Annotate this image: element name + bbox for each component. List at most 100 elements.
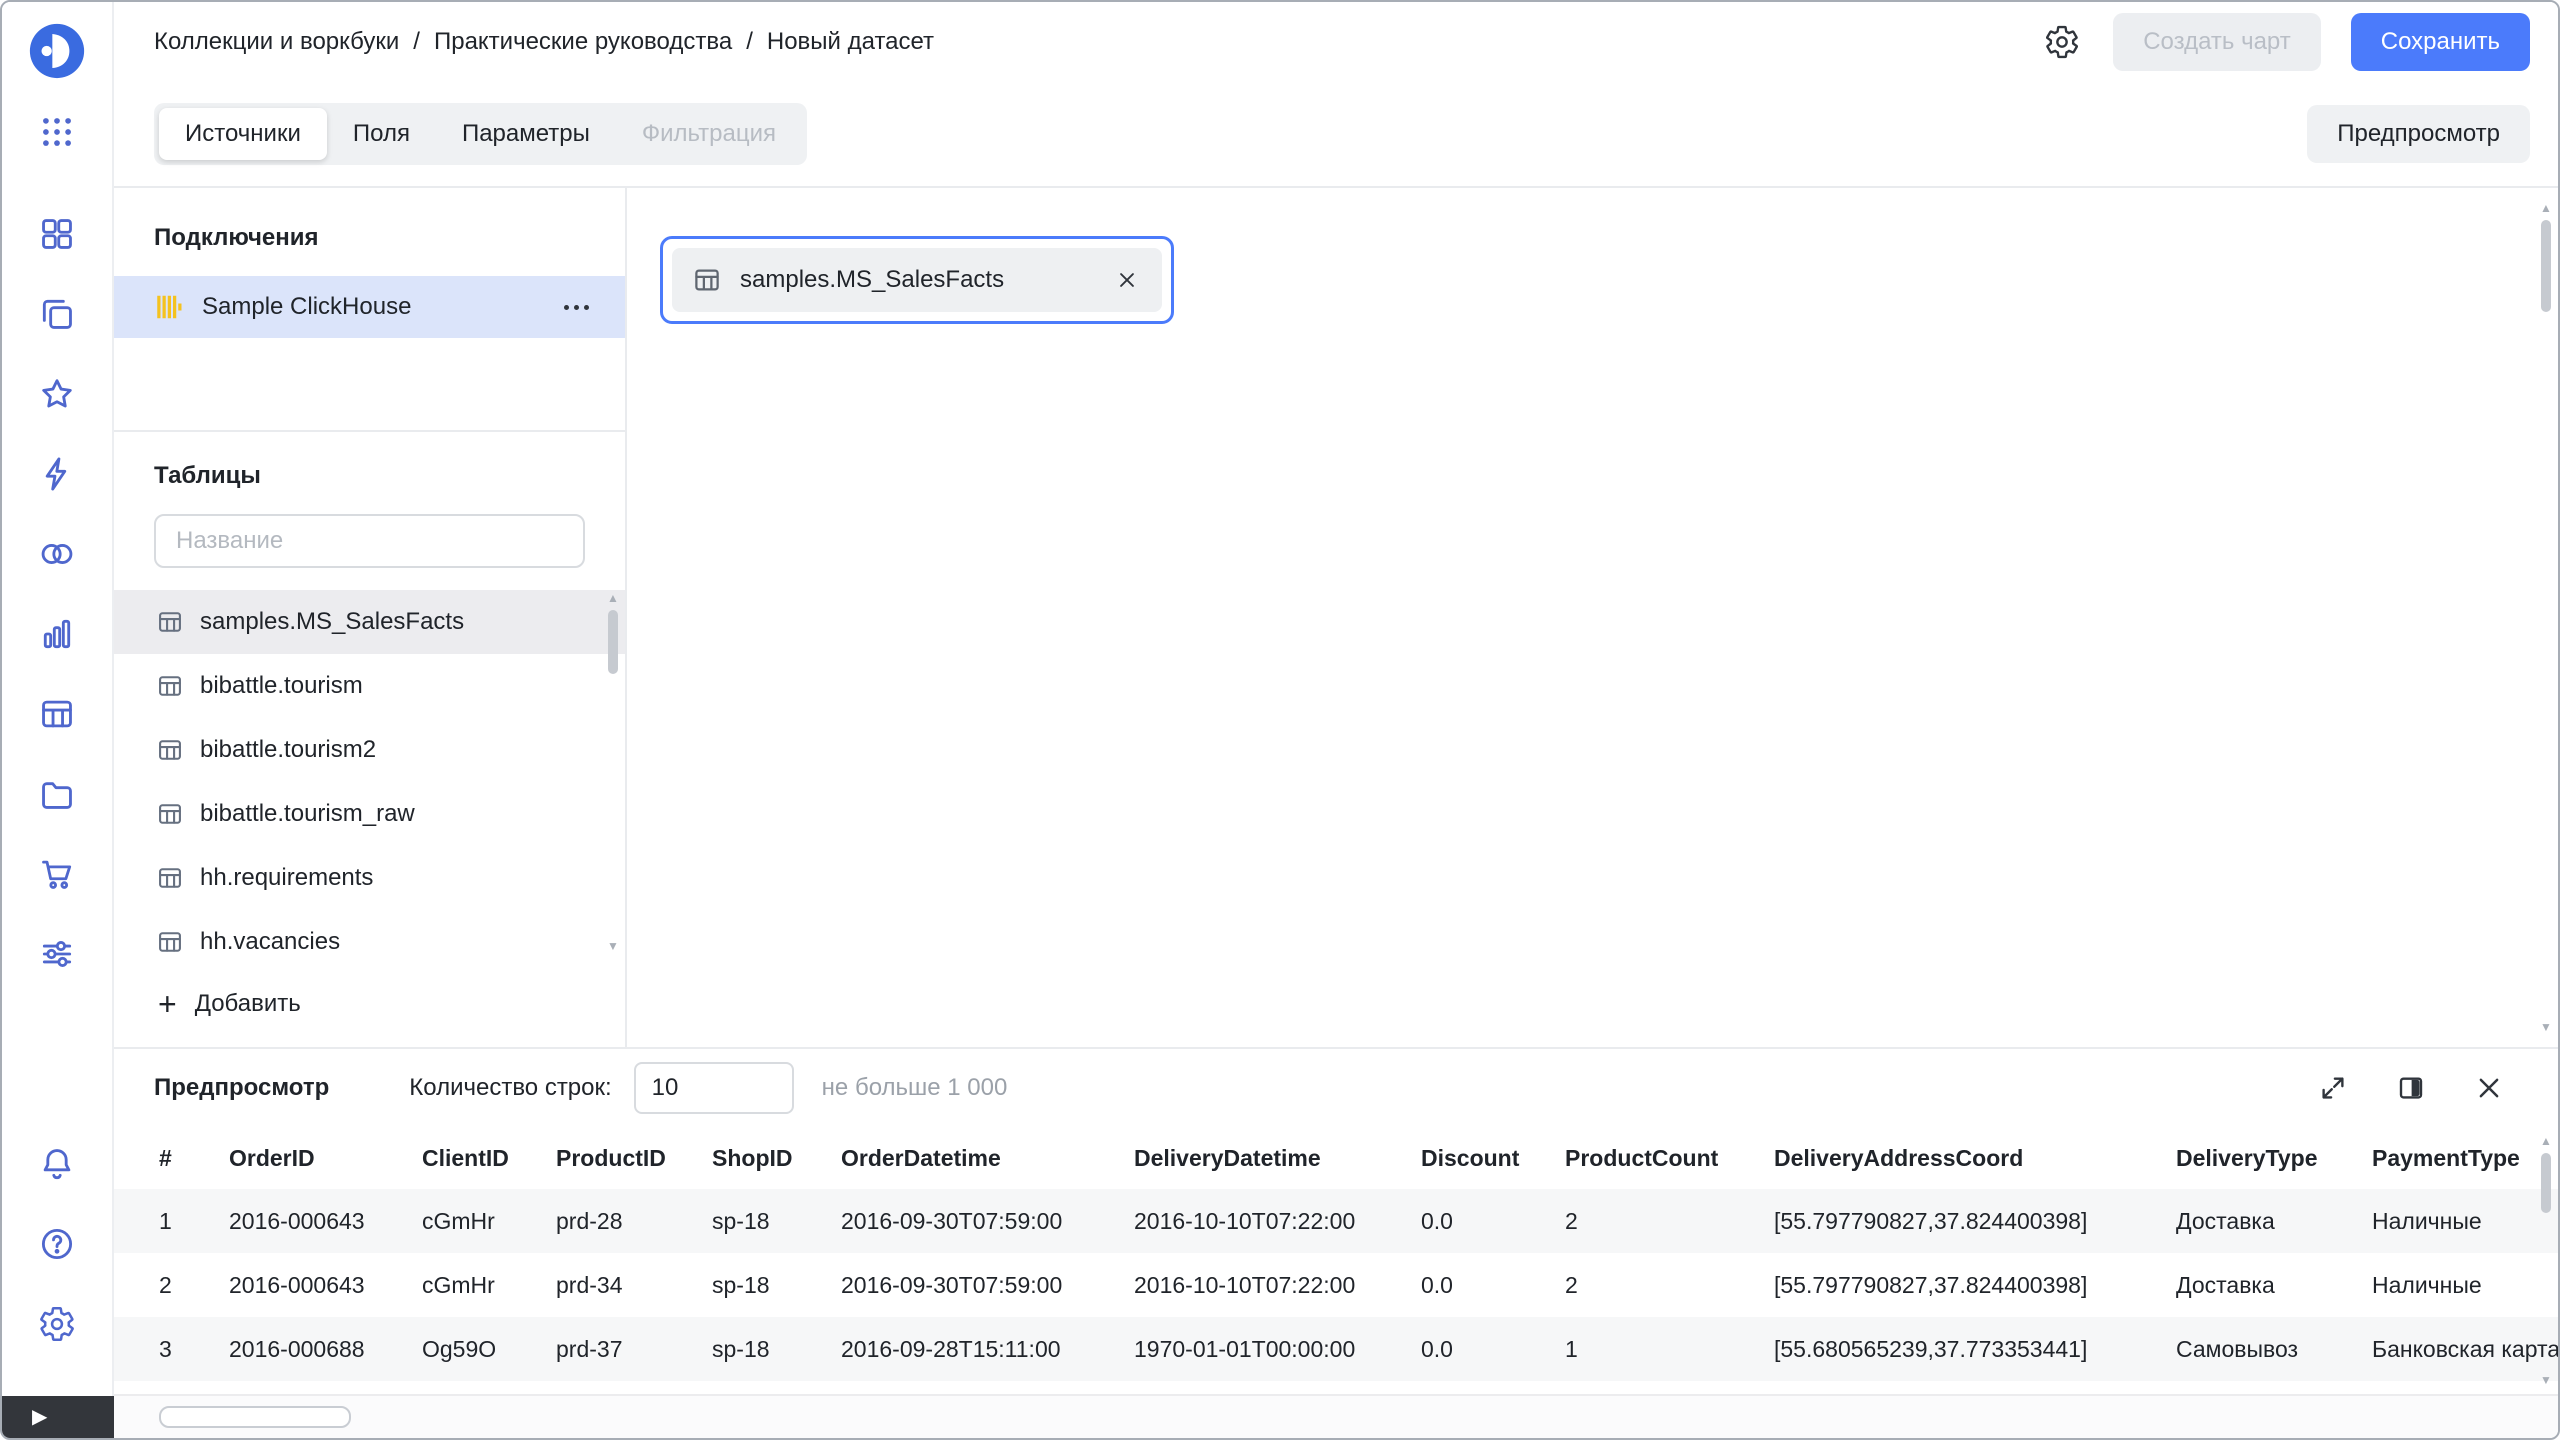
table-cell: 2016-09-30T07:59:00 <box>841 1207 1063 1234</box>
scroll-down-arrow[interactable]: ▼ <box>607 940 619 952</box>
table-cell: [55.797790827,37.824400398] <box>1774 1271 2088 1298</box>
expand-preview-icon[interactable] <box>2316 1071 2350 1105</box>
table-grid-icon <box>156 608 184 636</box>
row-count-input[interactable] <box>633 1062 794 1114</box>
tab-item[interactable]: Параметры <box>436 108 616 160</box>
table-cell: Наличные <box>2372 1271 2482 1298</box>
scrollbar-thumb[interactable] <box>2541 1153 2551 1213</box>
table-cell: prd-28 <box>556 1207 623 1234</box>
table-cell: [55.797790827,37.824400398] <box>1774 1207 2088 1234</box>
notifications-icon[interactable] <box>31 1144 83 1184</box>
table-cell: sp-18 <box>712 1335 770 1362</box>
datalens-logo-icon[interactable] <box>26 20 88 82</box>
settings-gear-icon[interactable] <box>2041 21 2083 63</box>
table-cell: 2 <box>1565 1207 1578 1234</box>
storage-icon[interactable] <box>31 774 83 814</box>
table-search-input[interactable] <box>174 526 565 556</box>
table-grid-icon <box>692 265 722 295</box>
connection-item[interactable]: Sample ClickHouse <box>114 276 625 338</box>
table-list-item[interactable]: bibattle.tourism2 <box>114 718 625 782</box>
table-list-item[interactable]: bibattle.tourism <box>114 654 625 718</box>
table-name: hh.requirements <box>200 864 374 891</box>
connections-icon[interactable] <box>31 454 83 494</box>
scroll-up-arrow[interactable]: ▲ <box>2540 202 2552 214</box>
table-search-box <box>154 514 585 568</box>
connection-menu-icon[interactable] <box>562 297 591 318</box>
scroll-up-arrow[interactable]: ▲ <box>2540 1135 2552 1147</box>
preview-table-row: 3 2016-000688 Og59O prd-37 sp-18 2016-09-28T1… <box>114 1317 2558 1381</box>
breadcrumb-item[interactable]: Коллекции и воркбуки <box>154 28 399 56</box>
marketplace-icon[interactable] <box>31 854 83 894</box>
table-cell: 2016-000643 <box>229 1271 365 1298</box>
preview-table-header-row: # OrderID ClientID ProductID ShopID OrderDate… <box>114 1127 2558 1189</box>
column-header: # <box>159 1144 172 1171</box>
tab-item[interactable]: Поля <box>327 108 436 160</box>
table-cell: [55.680565239,37.773353441] <box>1774 1335 2088 1362</box>
breadcrumb-item[interactable]: Практические руководства <box>434 28 732 56</box>
scrollbar-thumb[interactable] <box>2541 220 2551 312</box>
collections-icon[interactable] <box>31 294 83 334</box>
top-header: Коллекции и воркбуки / Практические руково… <box>114 2 2558 82</box>
remove-source-icon[interactable] <box>1112 265 1142 295</box>
expand-panel-toggle[interactable]: ▶ <box>2 1396 114 1438</box>
help-icon[interactable] <box>31 1224 83 1264</box>
preview-table-row: 1 2016-000643 cGmHr prd-28 sp-18 2016-09-30T0… <box>114 1189 2558 1253</box>
services-icon[interactable] <box>31 534 83 574</box>
row-count-hint: не больше 1 000 <box>821 1074 1008 1101</box>
split-view-icon[interactable] <box>2394 1071 2428 1105</box>
preview-scrollbar[interactable]: ▲ ▼ <box>2538 1135 2554 1386</box>
table-list-item[interactable]: samples.MS_SalesFacts <box>114 590 625 654</box>
source-table-name: samples.MS_SalesFacts <box>740 266 1005 293</box>
table-grid-icon <box>156 672 184 700</box>
dataset-tabs-row: Источники Поля Параметры Фильтрация Предпро… <box>114 82 2558 188</box>
tables-title: Таблицы <box>154 462 261 489</box>
table-cell: 2 <box>1565 1271 1578 1298</box>
table-cell: 0.0 <box>1421 1271 1453 1298</box>
preview-panel: Предпросмотр Количество строк: не больше… <box>114 1047 2558 1398</box>
tab-item[interactable]: Источники <box>159 108 327 160</box>
charts-icon[interactable] <box>31 614 83 654</box>
close-preview-icon[interactable] <box>2472 1071 2506 1105</box>
horizontal-scrollbar[interactable] <box>114 1394 2558 1438</box>
scroll-up-arrow[interactable]: ▲ <box>607 592 619 604</box>
table-cell: 2016-000688 <box>229 1335 365 1362</box>
rail-bottom-group <box>31 1144 83 1344</box>
table-cell: 0.0 <box>1421 1335 1453 1362</box>
datasets-icon[interactable] <box>31 694 83 734</box>
scrollbar-thumb[interactable] <box>608 610 618 674</box>
scroll-down-arrow[interactable]: ▼ <box>2540 1021 2552 1033</box>
table-cell: Банковская карта <box>2372 1335 2558 1362</box>
table-list-item[interactable]: hh.requirements <box>114 846 625 910</box>
table-name: samples.MS_SalesFacts <box>200 608 465 635</box>
table-cell: 2016-10-10T07:22:00 <box>1134 1207 1356 1234</box>
dashboards-icon[interactable] <box>31 214 83 254</box>
table-name: bibattle.tourism <box>200 672 363 699</box>
column-header: PaymentType <box>2372 1144 2520 1171</box>
source-table-chip[interactable]: samples.MS_SalesFacts <box>672 248 1162 312</box>
save-button[interactable]: Сохранить <box>2350 13 2530 71</box>
table-grid-icon <box>156 928 184 956</box>
rail-top-group <box>31 112 83 152</box>
scroll-down-arrow[interactable]: ▼ <box>2540 1374 2552 1386</box>
settings-icon[interactable] <box>31 1304 83 1344</box>
column-header: OrderID <box>229 1144 315 1171</box>
canvas-scrollbar[interactable]: ▲ ▼ <box>2538 202 2554 1033</box>
table-cell: sp-18 <box>712 1271 770 1298</box>
sources-canvas: samples.MS_SalesFacts ▲ ▼ <box>627 188 2558 1047</box>
favorites-icon[interactable] <box>31 374 83 414</box>
apps-grid-icon[interactable] <box>31 112 83 152</box>
table-list-item[interactable]: bibattle.tourism_raw <box>114 782 625 846</box>
preview-panel-header: Предпросмотр Количество строк: не больше… <box>114 1049 2558 1127</box>
breadcrumb-separator: / <box>746 28 753 55</box>
preview-title: Предпросмотр <box>154 1074 330 1101</box>
tables-list-scrollbar[interactable]: ▲ ▼ <box>605 592 621 952</box>
preview-toggle-button[interactable]: Предпросмотр <box>2307 105 2530 163</box>
connections-title: Подключения <box>154 224 319 251</box>
horizontal-scrollbar-thumb[interactable] <box>159 1406 351 1428</box>
filters-icon[interactable] <box>31 934 83 974</box>
create-chart-button[interactable]: Создать чарт <box>2113 13 2321 71</box>
table-list-item[interactable]: hh.vacancies <box>114 910 625 974</box>
table-cell: Доставка <box>2176 1207 2275 1234</box>
table-grid-icon <box>156 736 184 764</box>
add-table-button[interactable]: + Добавить <box>114 988 625 1020</box>
